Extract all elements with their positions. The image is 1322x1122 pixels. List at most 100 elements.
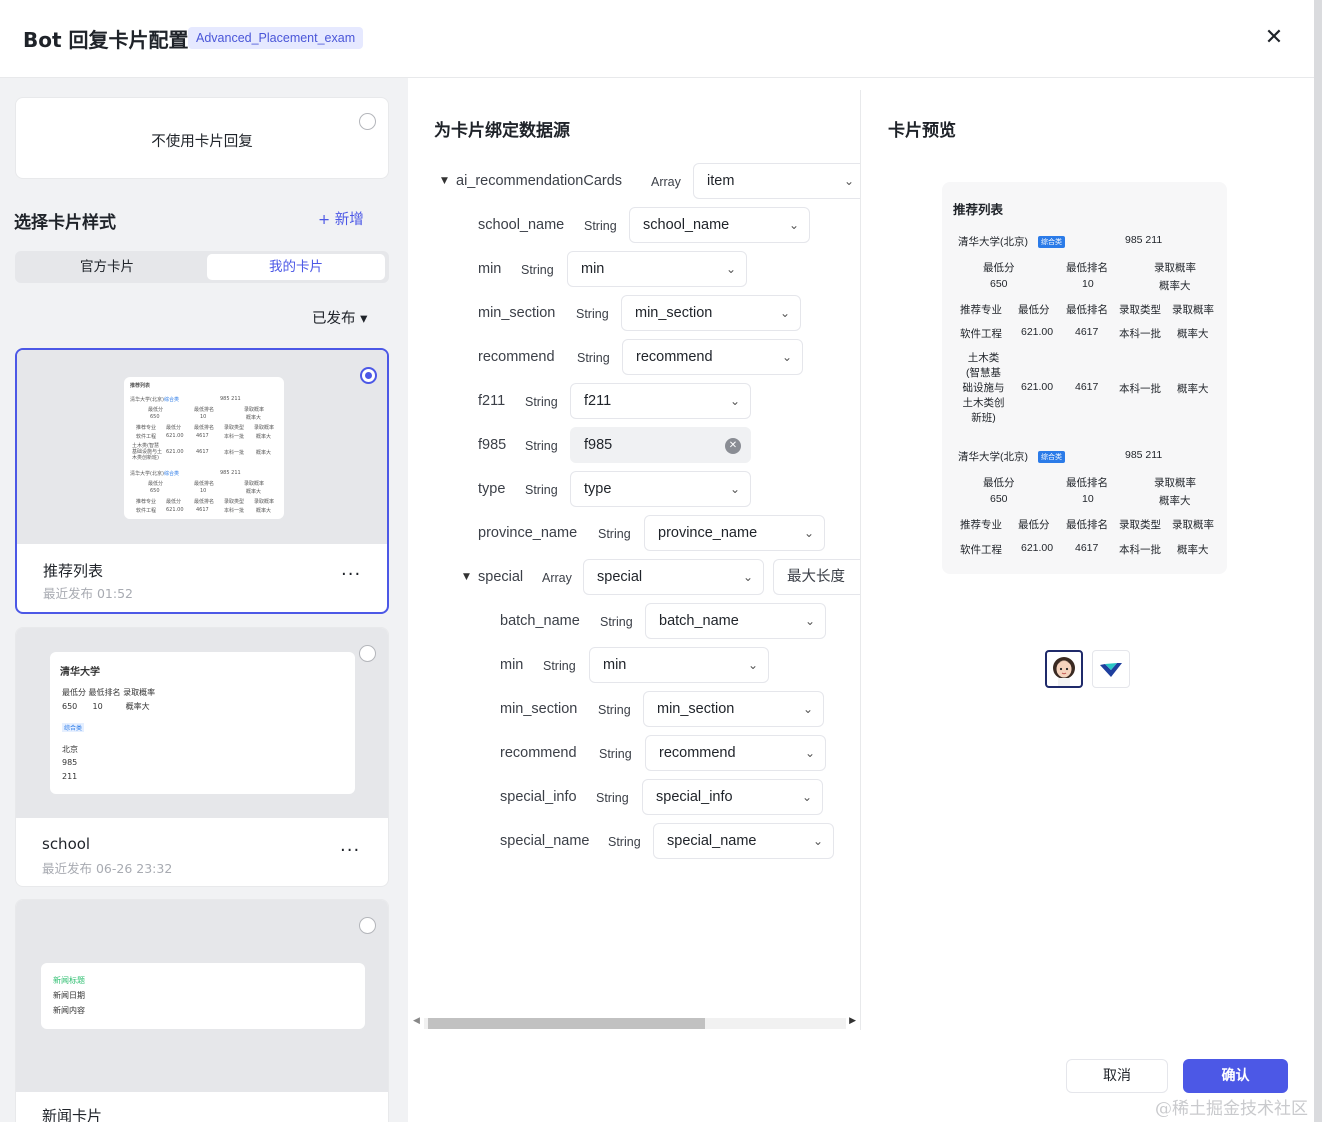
no-card-option[interactable]: 不使用卡片回复 (15, 97, 389, 179)
field-select[interactable]: min ⌄ (589, 647, 769, 683)
close-icon[interactable]: ✕ (1262, 26, 1286, 50)
field-select[interactable]: recommend ⌄ (645, 735, 826, 771)
chevron-down-icon: ⌄ (812, 834, 823, 848)
collapse-caret-icon[interactable]: ▼ (441, 176, 448, 186)
preview-cell: 4617 (1075, 326, 1099, 338)
field-type: String (543, 659, 576, 673)
thumb-h3: 录取概率 (244, 481, 265, 487)
thumb-col: 最低排名 (194, 425, 215, 431)
cancel-button[interactable]: 取消 (1066, 1059, 1168, 1093)
thumb-badge: 综合类 (164, 397, 180, 403)
preview-badge: 综合类 (1038, 236, 1065, 248)
card-radio[interactable] (359, 645, 376, 662)
avatar-platform[interactable] (1092, 650, 1130, 688)
field-select-value: min_section (635, 305, 713, 321)
thumb-h1: 最低分 (148, 481, 164, 487)
preview-v3: 概率大 (1159, 495, 1191, 507)
field-select[interactable]: type ⌄ (570, 471, 751, 507)
scroll-left-icon[interactable]: ◀ (413, 1016, 420, 1026)
scroll-right-icon[interactable]: ▶ (849, 1016, 856, 1026)
clear-icon[interactable]: ✕ (725, 438, 741, 454)
field-select-value: batch_name (659, 613, 739, 629)
preview-cell: 本科一批 (1119, 383, 1161, 395)
preview-tags: 985 211 (1125, 234, 1163, 246)
field-select-value: f985 (584, 437, 613, 453)
no-card-radio[interactable] (359, 113, 376, 130)
card-item-news[interactable]: 新闻标题 新闻日期 新闻内容 新闻卡片 (15, 899, 389, 1122)
tab-my-cards[interactable]: 我的卡片 (207, 254, 385, 280)
field-name: recommend (478, 349, 555, 365)
add-card-button[interactable]: + 新增 (318, 208, 364, 229)
preview-title: 卡片预览 (888, 121, 956, 141)
confirm-button[interactable]: 确认 (1183, 1059, 1288, 1093)
field-select[interactable]: school_name ⌄ (629, 207, 810, 243)
field-select[interactable]: item ⌄ (693, 163, 860, 199)
field-type: String (525, 483, 558, 497)
thumb-cell: 621.00 (166, 433, 184, 439)
dialog-title: Bot 回复卡片配置 (23, 28, 189, 52)
publish-status-filter[interactable]: 已发布 ▾ (312, 307, 367, 328)
girl-avatar-icon (1053, 657, 1075, 686)
preview-school: 清华大学(北京) (958, 236, 1028, 248)
field-select[interactable]: province_name ⌄ (644, 515, 825, 551)
field-select[interactable]: special ⌄ (583, 559, 764, 595)
more-options-icon[interactable]: ··· (341, 564, 361, 585)
thumb-h2: 最低排名 (194, 481, 215, 487)
thumb-col: 录取类型 (224, 499, 245, 505)
thumb-cell: 概率大 (256, 434, 272, 440)
thumb-badge: 综合类 (62, 723, 85, 732)
field-row-root: ▼ ai_recommendationCards Array item ⌄ (408, 163, 860, 201)
card-thumbnail-area: 清华大学 最低分 最低排名 录取概率 650 10 概率大 综合类 北京 985… (16, 628, 388, 818)
binding-title: 为卡片绑定数据源 (434, 121, 570, 141)
horizontal-scrollbar[interactable]: ◀ ▶ (412, 1016, 858, 1030)
field-row-special: ▼ special Array special ⌄ 最大长度 (408, 559, 860, 597)
card-item-recommend-list[interactable]: 推荐列表 清华大学(北京) 综合类 985 211 最低分 最低排名 录取概率 … (15, 348, 389, 614)
field-select[interactable]: min ⌄ (567, 251, 747, 287)
preview-badge: 综合类 (1038, 451, 1065, 463)
preview-h1: 最低分 (983, 262, 1015, 274)
field-type: String (596, 791, 629, 805)
field-select-value: min_section (657, 701, 735, 717)
field-type: String (525, 395, 558, 409)
thumb-h2: 最低排名 (194, 407, 215, 413)
field-select[interactable]: f211 ⌄ (570, 383, 751, 419)
more-options-icon[interactable]: ··· (340, 840, 360, 861)
collapse-caret-icon[interactable]: ▼ (463, 572, 470, 582)
card-preview: 推荐列表 清华大学(北京) 综合类 985 211 最低分 最低排名 录取概率 … (942, 182, 1227, 574)
avatar-bot[interactable] (1045, 650, 1083, 688)
preview-col: 最低分 (1018, 519, 1050, 531)
thumb-v1: 650 (150, 414, 160, 420)
scrollbar-thumb[interactable] (428, 1018, 705, 1029)
field-select-value: min (603, 657, 627, 673)
field-select[interactable]: special_name ⌄ (653, 823, 834, 859)
chevron-down-icon: ⌄ (804, 746, 815, 760)
card-source-tabs: 官方卡片 我的卡片 (15, 251, 389, 283)
field-type: String (577, 351, 610, 365)
max-length-input[interactable]: 最大长度 (773, 559, 860, 595)
thumb-badge: 综合类 (164, 471, 180, 477)
card-thumbnail-area: 推荐列表 清华大学(北京) 综合类 985 211 最低分 最低排名 录取概率 … (17, 350, 387, 544)
field-name: f985 (478, 437, 507, 453)
thumb-cell: 概率大 (256, 450, 272, 456)
preview-tags: 985 211 (1125, 449, 1163, 461)
field-select[interactable]: f985 ✕ (570, 427, 751, 463)
field-select[interactable]: min_section ⌄ (621, 295, 801, 331)
preview-cell: 软件工程 (960, 328, 1002, 340)
chevron-down-icon: ⌄ (729, 482, 740, 496)
tab-official-cards[interactable]: 官方卡片 (18, 254, 196, 280)
chevron-down-icon: ⌄ (804, 614, 815, 628)
field-name: recommend (500, 745, 577, 761)
preview-cell: 本科一批 (1119, 328, 1161, 340)
card-radio[interactable] (360, 367, 377, 384)
field-select[interactable]: batch_name ⌄ (645, 603, 826, 639)
preview-v2: 10 (1082, 493, 1094, 505)
field-select[interactable]: special_info ⌄ (642, 779, 823, 815)
thumb-city: 北京 (62, 745, 78, 754)
thumb-cell: 4617 (196, 507, 209, 513)
field-select[interactable]: recommend ⌄ (622, 339, 803, 375)
card-item-school[interactable]: 清华大学 最低分 最低排名 录取概率 650 10 概率大 综合类 北京 985… (15, 627, 389, 887)
card-radio[interactable] (359, 917, 376, 934)
card-publish-time: 最近发布 06-26 23:32 (42, 861, 173, 876)
data-binding-panel: 为卡片绑定数据源 ▼ ai_recommendationCards Array … (408, 78, 860, 1122)
field-select[interactable]: min_section ⌄ (643, 691, 824, 727)
